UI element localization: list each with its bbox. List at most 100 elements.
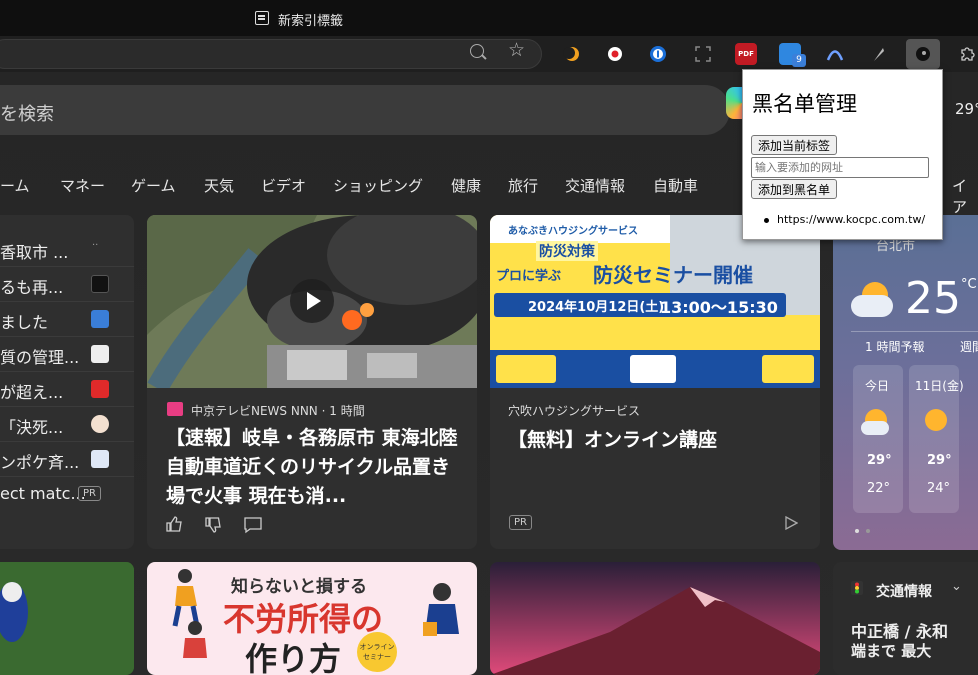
list-item[interactable]: ました: [0, 302, 134, 337]
browser-toolbar: ☆ PDF 9: [0, 36, 978, 72]
nav-item[interactable]: 旅行: [508, 175, 538, 196]
person-illustration-icon: [183, 621, 207, 658]
ext-badge-count: 9: [792, 54, 806, 67]
ext-orange-moon-icon[interactable]: [561, 43, 583, 65]
traffic-title: 交通情報: [876, 584, 932, 600]
card-headline[interactable]: 【速報】岐阜・各務原市 東海北陸自動車道近くのリサイクル品置き場で火事 現在も消…: [166, 424, 466, 511]
banner-brand: あなぶきハウジングサービス: [508, 226, 638, 237]
play-button[interactable]: [290, 279, 334, 323]
card-headline[interactable]: 【無料】オンライン講座: [508, 426, 808, 455]
pager-dot[interactable]: [866, 529, 870, 533]
news-card-seminar[interactable]: あなぶきハウジングサービス 防災対策 プロに学ぶ 防災セミナー開催 2024年1…: [490, 215, 820, 549]
nav-item[interactable]: マネー: [60, 175, 105, 196]
url-input[interactable]: [751, 157, 929, 178]
ext-blacklist-icon[interactable]: [906, 39, 940, 69]
banner-time: 13:00〜15:30: [660, 298, 778, 317]
bottom-card-sports[interactable]: [0, 562, 134, 675]
list-item[interactable]: 質の管理...: [0, 337, 134, 372]
tab-title[interactable]: 新索引標籤: [278, 10, 343, 29]
weather-top-temp[interactable]: 29°c: [955, 100, 978, 118]
item-source-icon: [91, 310, 109, 328]
nav-item[interactable]: ーム: [0, 175, 30, 196]
forecast-day[interactable]: 今日 29° 22°: [853, 365, 903, 513]
nav-item[interactable]: ビデオ: [261, 175, 306, 196]
day-cloud-icon: [861, 421, 889, 435]
ext-capture-icon[interactable]: [692, 43, 714, 65]
add-current-tab-button[interactable]: 添加当前标签: [751, 135, 838, 155]
online-seminar-badge: オンラインセミナー: [357, 632, 397, 672]
video-thumbnail[interactable]: [147, 215, 477, 388]
traffic-card[interactable]: 交通情報 ⌄ 中正橋 / 永和 端まで 最大: [833, 562, 978, 675]
list-item[interactable]: 「決死...: [0, 407, 134, 442]
weather-temp: 25: [905, 273, 961, 324]
card-source: 中京テレビNEWS NNN · 1 時間: [191, 404, 365, 418]
day-sun-icon: [925, 409, 947, 431]
pr-badge: PR: [78, 486, 101, 501]
chevron-down-icon[interactable]: ⌄: [951, 579, 962, 594]
pr-badge: PR: [509, 515, 532, 530]
item-source-icon: [91, 275, 109, 293]
thumbs-down-icon[interactable]: [204, 516, 222, 534]
extensions-puzzle-icon[interactable]: [956, 43, 978, 65]
banner-footer-badge: [630, 355, 676, 383]
ext-feather-icon[interactable]: [868, 43, 890, 65]
traffic-text-2: 端まで 最大: [851, 642, 932, 660]
list-item[interactable]: ect matc... PR: [0, 477, 134, 512]
list-item[interactable]: ンポケ斉...: [0, 442, 134, 477]
weather-unit: °C: [961, 277, 977, 292]
person-illustration-icon: [172, 569, 200, 627]
item-source-icon: ··: [92, 240, 99, 251]
category-nav: ーム マネー ゲーム 天気 ビデオ ショッピング 健康 旅行 交通情報 自動車: [0, 175, 740, 201]
item-source-icon: [91, 380, 109, 398]
ad-choices-icon[interactable]: [784, 516, 798, 530]
ext-red-dot-icon[interactable]: [604, 43, 626, 65]
list-item[interactable]: が超え...: [0, 372, 134, 407]
nav-item[interactable]: イア: [952, 175, 978, 217]
bottom-card-mountain[interactable]: [490, 562, 820, 675]
nav-item[interactable]: 健康: [451, 175, 481, 196]
ext-password-icon[interactable]: [647, 43, 669, 65]
blacklist-popup: 黑名单管理 添加当前标签 添加到黑名单 https://www.kocpc.co…: [742, 69, 943, 240]
traffic-text-1: 中正橋 / 永和: [851, 622, 948, 641]
list-item[interactable]: 香取市 ... ··: [0, 232, 134, 267]
nav-item[interactable]: 天気: [204, 175, 234, 196]
banner-footer-badge: [762, 355, 814, 383]
nav-item[interactable]: 交通情報: [565, 175, 625, 196]
traffic-light-icon: [851, 581, 863, 595]
weather-card[interactable]: 台北市 25 °C 1 時間予報 週間 今日 29° 22° 11日(金) 29…: [833, 215, 978, 550]
list-item[interactable]: るも再...: [0, 267, 134, 302]
banner-date: 2024年10月12日(土): [528, 300, 665, 315]
favorite-star-icon[interactable]: ☆: [508, 39, 525, 61]
weather-cloud-icon: [851, 295, 893, 317]
banner-footer-badge: [496, 355, 556, 383]
tab-hourly[interactable]: 1 時間予報: [865, 338, 924, 355]
item-source-icon: [91, 345, 109, 363]
ext-arc-icon[interactable]: [824, 43, 846, 65]
nav-item[interactable]: 自動車: [653, 175, 698, 196]
add-to-blacklist-button[interactable]: 添加到黑名单: [751, 179, 838, 199]
item-source-icon: [91, 415, 109, 433]
address-bar[interactable]: [0, 39, 542, 69]
tab-weekly[interactable]: 週間: [960, 338, 978, 355]
card-source: 穴吹ハウジングサービス: [508, 404, 641, 418]
web-search-box[interactable]: を検索: [0, 85, 730, 135]
bottom-card-income[interactable]: 知らないと損する 不労所得の 作り方 オンラインセミナー: [147, 562, 477, 675]
nav-item[interactable]: ショッピング: [333, 175, 423, 196]
nav-item[interactable]: ゲーム: [131, 175, 176, 196]
blacklist-entry: https://www.kocpc.com.tw/: [763, 213, 926, 226]
comment-icon[interactable]: [243, 516, 263, 534]
thumbs-up-icon[interactable]: [165, 515, 183, 533]
popup-title: 黑名单管理: [752, 92, 857, 116]
ext-pdf-icon[interactable]: PDF: [735, 43, 757, 65]
item-source-icon: [91, 450, 109, 468]
zoom-icon[interactable]: [470, 44, 484, 58]
ad-banner[interactable]: あなぶきハウジングサービス 防災対策 プロに学ぶ 防災セミナー開催 2024年1…: [490, 215, 820, 388]
tab-page-icon: [255, 11, 269, 25]
forecast-day[interactable]: 11日(金) 29° 24°: [909, 365, 964, 513]
news-card-fire[interactable]: 中京テレビNEWS NNN · 1 時間 【速報】岐阜・各務原市 東海北陸自動車…: [147, 215, 477, 549]
pager-dot[interactable]: [855, 529, 859, 533]
ext-translate-icon[interactable]: 9: [779, 43, 806, 67]
income-title-3: 作り方: [245, 640, 342, 675]
banner-tag: 防災対策: [536, 241, 598, 261]
banner-lead: プロに学ぶ: [496, 269, 562, 284]
